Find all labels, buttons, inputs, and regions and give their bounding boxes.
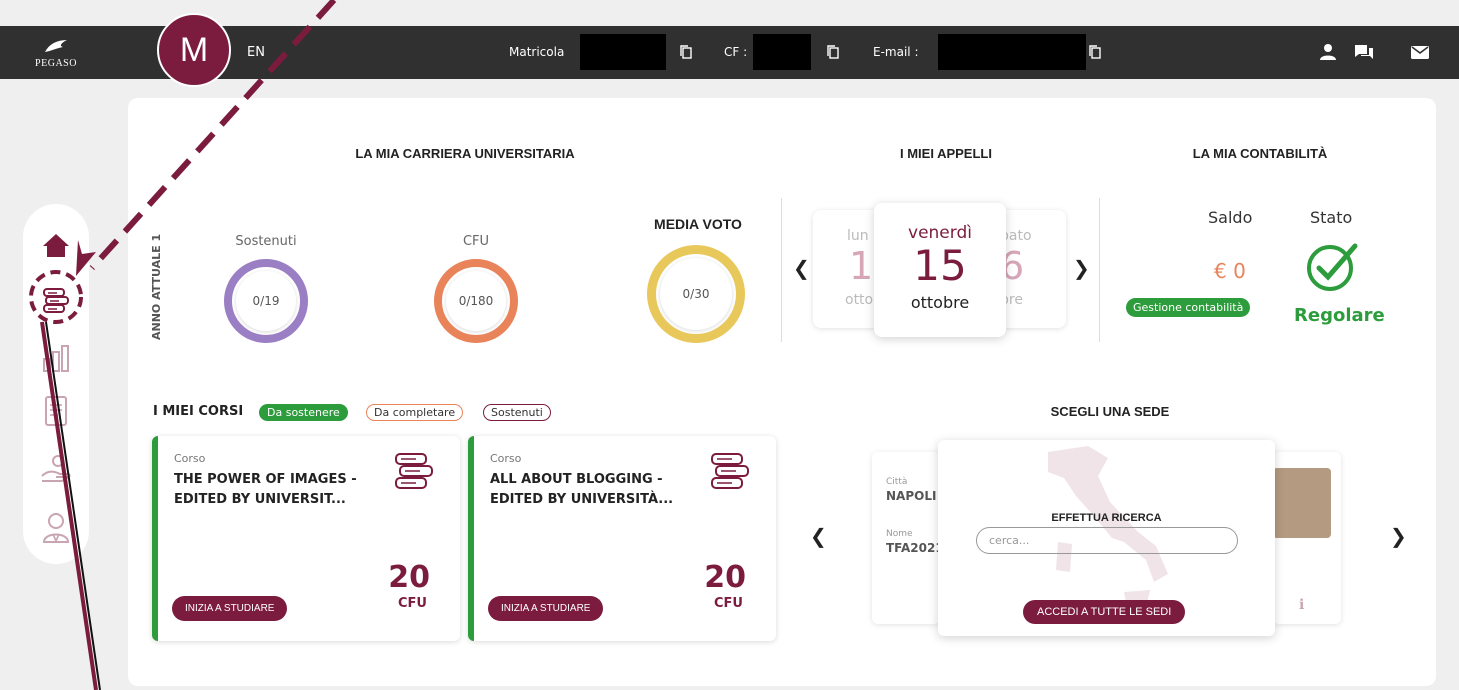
sede-title: SCEGLI UNA SEDE — [1050, 404, 1170, 419]
sidebar — [23, 204, 89, 564]
hand-coin-icon — [41, 455, 71, 482]
bar-chart-icon — [43, 345, 69, 372]
copy-cf-icon[interactable] — [827, 45, 839, 59]
search-title: EFFETTUA RICERCA — [1051, 512, 1162, 524]
pegaso-logo[interactable]: PEGASO — [30, 38, 82, 69]
sidebar-item-documents[interactable] — [39, 394, 73, 428]
sostenuti-label: Sostenuti — [235, 234, 297, 249]
info-icon[interactable]: ℹ — [1299, 597, 1304, 613]
sidebar-item-courses[interactable] — [39, 283, 73, 317]
matricola-value-redacted — [580, 34, 666, 70]
media-voto-value: 0/30 — [660, 258, 732, 330]
contabilita-title: LA MIA CONTABILITÀ — [1192, 146, 1328, 161]
sostenuti-value: 0/19 — [236, 271, 296, 331]
sostenuti-ring: 0/19 — [224, 259, 308, 343]
sidebar-item-payments[interactable] — [39, 452, 73, 486]
copy-matricola-icon[interactable] — [680, 45, 692, 59]
divider — [781, 198, 782, 342]
media-voto-ring: 0/30 — [647, 245, 745, 343]
course-cfu-label: CFU — [398, 596, 427, 611]
appello-prev-month: otto — [845, 292, 874, 308]
nome-label: Nome — [886, 529, 913, 539]
books-icon — [43, 288, 69, 313]
email-label: E-mail : — [873, 45, 919, 59]
mail-icon[interactable] — [1411, 46, 1429, 59]
appelli-title: I MIEI APPELLI — [900, 146, 992, 161]
filter-da-completare[interactable]: Da completare — [366, 404, 464, 421]
books-icon — [711, 453, 749, 489]
sede-card-next[interactable]: ℹ — [1273, 452, 1341, 624]
course-title: THE POWER OF IMAGES - EDITED BY UNIVERSI… — [174, 472, 357, 507]
cfu-label: CFU — [462, 234, 490, 249]
stato-value: Regolare — [1294, 305, 1385, 326]
language-toggle[interactable]: EN — [247, 45, 265, 60]
filter-sostenuti[interactable]: Sostenuti — [483, 404, 551, 421]
gestione-contabilita-button[interactable]: Gestione contabilità — [1126, 298, 1251, 317]
inizia-a-studiare-button[interactable]: INIZIA A STUDIARE — [172, 596, 288, 621]
document-icon — [45, 396, 67, 426]
corsi-title: I MIEI CORSI — [153, 404, 244, 419]
sede-photo — [1273, 468, 1331, 538]
cf-value-redacted — [753, 34, 811, 70]
email-value-redacted — [938, 34, 1086, 70]
course-type: Corso — [490, 452, 522, 465]
course-cfu-value: 20 — [388, 560, 430, 595]
top-bar: PEGASO M EN Matricola CF : E-mail : — [0, 0, 1459, 87]
course-cfu-value: 20 — [704, 560, 746, 595]
sede-search-input[interactable]: cerca... — [976, 527, 1238, 554]
appello-num: 15 — [913, 241, 967, 290]
carriera-title: LA MIA CARRIERA UNIVERSITARIA — [355, 146, 575, 161]
divider — [1099, 198, 1100, 342]
logo-text: PEGASO — [35, 58, 77, 69]
anno-label: ANNO ATTUALE 1 — [150, 233, 163, 340]
stato-label: Stato — [1310, 208, 1353, 227]
citta-value: NAPOLI — [886, 489, 937, 503]
course-card[interactable]: Corso THE POWER OF IMAGES - EDITED BY UN… — [152, 436, 460, 641]
sidebar-item-home[interactable] — [39, 228, 73, 262]
books-icon — [395, 453, 433, 489]
appello-card-prev[interactable]: lun 18 otto — [813, 210, 879, 328]
course-cfu-label: CFU — [714, 596, 743, 611]
sede-search-card: EFFETTUA RICERCA cerca... ACCEDI A TUTTE… — [938, 440, 1275, 636]
citta-label: Città — [886, 477, 908, 487]
cfu-value: 0/180 — [446, 271, 506, 331]
inizia-a-studiare-button[interactable]: INIZIA A STUDIARE — [488, 596, 604, 621]
saldo-value: € 0 — [1214, 259, 1246, 283]
check-circle-icon — [1307, 243, 1358, 291]
user-icon[interactable] — [1319, 43, 1337, 61]
sidebar-item-tutor[interactable] — [39, 510, 73, 544]
chat-icon[interactable] — [1354, 44, 1374, 61]
appello-card-next[interactable]: bato 6 bre — [1000, 210, 1066, 328]
appelli-next-arrow[interactable]: ❯ — [1073, 256, 1090, 280]
appelli-prev-arrow[interactable]: ❮ — [793, 256, 810, 280]
nome-value: TFA2021 — [886, 541, 944, 555]
course-card[interactable]: Corso ALL ABOUT BLOGGING - EDITED BY UNI… — [468, 436, 776, 641]
course-type: Corso — [174, 452, 206, 465]
wing-icon — [45, 40, 67, 52]
home-icon — [43, 234, 69, 257]
sede-prev-arrow[interactable]: ❮ — [810, 524, 827, 548]
filter-da-sostenere[interactable]: Da sostenere — [259, 404, 348, 421]
copy-email-icon[interactable] — [1089, 45, 1101, 59]
saldo-label: Saldo — [1208, 208, 1253, 227]
appello-card-current[interactable]: venerdì 15 ottobre — [874, 203, 1006, 337]
sidebar-item-stats[interactable] — [39, 341, 73, 375]
media-voto-label: MEDIA VOTO — [654, 216, 742, 232]
cf-label: CF : — [724, 45, 748, 59]
appello-month: ottobre — [910, 293, 970, 312]
appello-day: venerdì — [908, 223, 972, 243]
cfu-ring: 0/180 — [434, 259, 518, 343]
tutor-icon — [42, 513, 70, 543]
appello-prev-day: lun — [847, 228, 869, 244]
course-title: ALL ABOUT BLOGGING - EDITED BY UNIVERSIT… — [490, 472, 674, 507]
accedi-tutte-sedi-button[interactable]: ACCEDI A TUTTE LE SEDI — [1023, 600, 1186, 624]
sede-next-arrow[interactable]: ❯ — [1390, 524, 1407, 548]
avatar[interactable]: M — [157, 13, 231, 87]
sede-card-prev[interactable]: Città NAPOLI Nome TFA2021 — [872, 452, 944, 624]
matricola-label: Matricola — [509, 45, 565, 59]
